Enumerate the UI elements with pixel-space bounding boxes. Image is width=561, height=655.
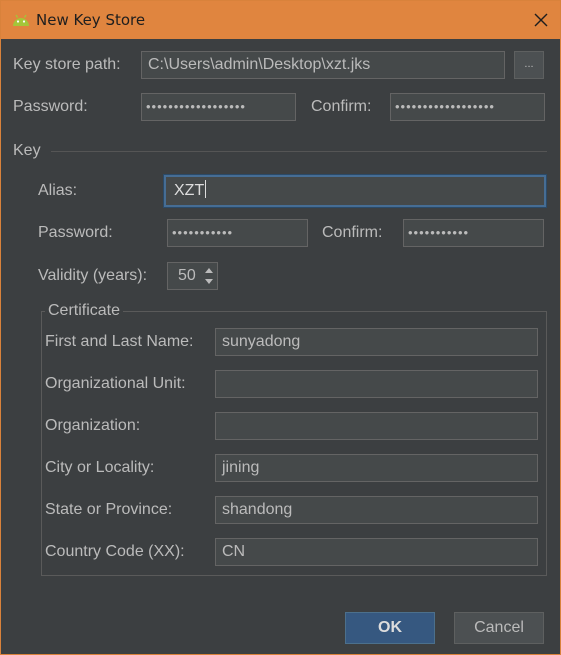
keystore-path-label: Key store path: [13, 56, 121, 73]
close-icon [534, 13, 548, 27]
key-confirm-label: Confirm: [322, 224, 383, 241]
title-bar: New Key Store [1, 1, 560, 39]
organization-label: Organization: [45, 417, 141, 434]
keystore-password-label: Password: [13, 98, 88, 115]
state-province-input[interactable]: shandong [215, 496, 538, 524]
key-confirm-field[interactable]: ••••••••••• [403, 219, 544, 247]
spinner-arrows-icon[interactable] [203, 265, 215, 287]
android-icon [11, 11, 31, 27]
validity-label: Validity (years): [38, 267, 148, 284]
window-title: New Key Store [36, 11, 146, 29]
close-button[interactable] [528, 7, 554, 33]
cancel-button[interactable]: Cancel [454, 612, 544, 644]
key-section-divider [51, 151, 547, 152]
key-password-field[interactable]: ••••••••••• [167, 219, 308, 247]
first-last-name-input[interactable]: sunyadong [215, 328, 538, 356]
country-code-input[interactable]: CN [215, 538, 538, 566]
keystore-password-field[interactable]: •••••••••••••••••• [141, 93, 296, 121]
validity-value: 50 [178, 267, 196, 284]
keystore-path-input[interactable]: C:\Users\admin\Desktop\xzt.jks [141, 51, 505, 79]
keystore-confirm-field[interactable]: •••••••••••••••••• [390, 93, 545, 121]
certificate-title: Certificate [45, 301, 124, 321]
city-locality-input[interactable]: jining [215, 454, 538, 482]
organizational-unit-input[interactable] [215, 370, 538, 398]
text-caret [205, 180, 207, 198]
validity-spinner[interactable]: 50 [167, 262, 218, 290]
key-section-label: Key [13, 142, 41, 159]
alias-input[interactable]: XZT [164, 175, 546, 207]
alias-value: XZT [174, 182, 205, 199]
organization-input[interactable] [215, 412, 538, 440]
country-code-label: Country Code (XX): [45, 543, 185, 560]
browse-button[interactable]: ... [514, 51, 544, 79]
ok-button[interactable]: OK [345, 612, 435, 644]
city-locality-label: City or Locality: [45, 459, 155, 476]
new-key-store-dialog: New Key Store Key store path: C:\Users\a… [0, 0, 561, 655]
key-password-label: Password: [38, 224, 113, 241]
organizational-unit-label: Organizational Unit: [45, 375, 186, 392]
first-last-name-label: First and Last Name: [45, 333, 194, 350]
state-province-label: State or Province: [45, 501, 173, 518]
keystore-confirm-label: Confirm: [311, 98, 372, 115]
alias-label: Alias: [38, 182, 78, 199]
